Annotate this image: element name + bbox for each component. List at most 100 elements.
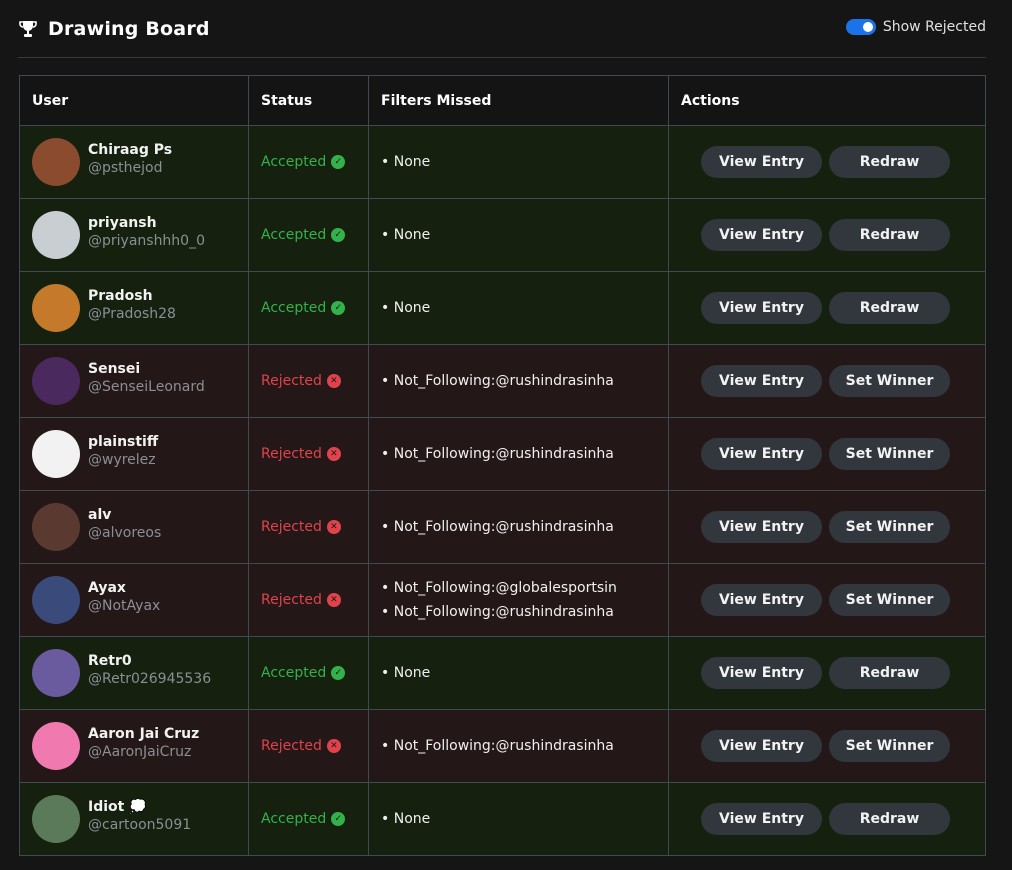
avatar[interactable] xyxy=(32,138,80,186)
x-circle-icon: ✕ xyxy=(326,593,341,607)
user-handle: @NotAyax xyxy=(88,598,161,614)
view-entry-button[interactable]: View Entry xyxy=(701,365,822,397)
user-handle: @AaronJaiCruz xyxy=(88,744,192,760)
status-cell: Accepted ✓ xyxy=(248,782,369,856)
filters-list: • Not_Following:@globalesportsin • Not_Fo… xyxy=(369,576,668,624)
redraw-button[interactable]: Redraw xyxy=(829,657,950,689)
redraw-button[interactable]: Redraw xyxy=(829,219,950,251)
status-cell: Accepted ✓ xyxy=(248,271,369,345)
status-label: Accepted xyxy=(261,665,327,681)
set-winner-button[interactable]: Set Winner xyxy=(829,730,950,762)
entries-table: User Status Filters Missed Actions Chira… xyxy=(19,75,986,856)
check-circle-icon: ✓ xyxy=(331,155,346,169)
set-winner-button[interactable]: Set Winner xyxy=(829,584,950,616)
table-row: priyansh @priyanshhh0_0 Accepted ✓ • Non… xyxy=(19,198,986,272)
status-badge: Rejected ✕ xyxy=(249,738,368,754)
view-entry-button[interactable]: View Entry xyxy=(701,146,822,178)
avatar[interactable] xyxy=(32,795,80,843)
table-row: Aaron Jai Cruz @AaronJaiCruz Rejected ✕ … xyxy=(19,709,986,783)
view-entry-button[interactable]: View Entry xyxy=(701,292,822,324)
status-badge: Rejected ✕ xyxy=(249,519,368,535)
set-winner-button[interactable]: Set Winner xyxy=(829,511,950,543)
actions-cell: View Entry Set Winner xyxy=(668,344,986,418)
filter-item: • None xyxy=(381,154,431,170)
avatar[interactable] xyxy=(32,722,80,770)
avatar[interactable] xyxy=(32,211,80,259)
filter-item: • Not_Following:@globalesportsin xyxy=(381,580,617,596)
status-cell: Rejected ✕ xyxy=(248,344,369,418)
status-cell: Rejected ✕ xyxy=(248,490,369,564)
status-cell: Accepted ✓ xyxy=(248,636,369,710)
header: Drawing Board Show Rejected xyxy=(18,14,986,44)
view-entry-button[interactable]: View Entry xyxy=(701,657,822,689)
filters-list: • None xyxy=(369,150,668,174)
status-badge: Rejected ✕ xyxy=(249,373,368,389)
set-winner-button[interactable]: Set Winner xyxy=(829,365,950,397)
user-cell: Sensei @SenseiLeonard xyxy=(19,344,249,418)
user-name: Aaron Jai Cruz xyxy=(88,726,200,742)
filters-cell: • Not_Following:@globalesportsin • Not_Fo… xyxy=(368,563,669,637)
actions-cell: View Entry Set Winner xyxy=(668,709,986,783)
user-cell: Aaron Jai Cruz @AaronJaiCruz xyxy=(19,709,249,783)
status-cell: Rejected ✕ xyxy=(248,563,369,637)
status-label: Rejected xyxy=(261,373,322,389)
avatar[interactable] xyxy=(32,357,80,405)
table-row: Pradosh @Pradosh28 Accepted ✓ • None Vie… xyxy=(19,271,986,345)
x-circle-icon: ✕ xyxy=(326,374,341,388)
x-circle-icon: ✕ xyxy=(326,520,341,534)
filters-cell: • Not_Following:@rushindrasinha xyxy=(368,417,669,491)
actions-cell: View Entry Redraw xyxy=(668,125,986,199)
avatar[interactable] xyxy=(32,430,80,478)
table-row: Idiot 💭 @cartoon5091 Accepted ✓ • None V… xyxy=(19,782,986,856)
redraw-button[interactable]: Redraw xyxy=(829,146,950,178)
user-name: plainstiff xyxy=(88,434,159,450)
column-header-user: User xyxy=(19,75,249,126)
column-header-actions: Actions xyxy=(668,75,986,126)
toggle-switch[interactable] xyxy=(845,19,876,35)
avatar[interactable] xyxy=(32,284,80,332)
show-rejected-toggle[interactable]: Show Rejected xyxy=(845,19,986,35)
filters-list: • None xyxy=(369,223,668,247)
view-entry-button[interactable]: View Entry xyxy=(701,438,822,470)
check-circle-icon: ✓ xyxy=(331,228,346,242)
view-entry-button[interactable]: View Entry xyxy=(701,803,822,835)
user-handle: @Retr026945536 xyxy=(88,671,212,687)
filter-item: • Not_Following:@rushindrasinha xyxy=(381,373,614,389)
actions-cell: View Entry Set Winner xyxy=(668,490,986,564)
actions-cell: View Entry Set Winner xyxy=(668,563,986,637)
view-entry-button[interactable]: View Entry xyxy=(701,511,822,543)
filters-list: • None xyxy=(369,807,668,831)
status-badge: Accepted ✓ xyxy=(249,154,368,170)
redraw-button[interactable]: Redraw xyxy=(829,803,950,835)
view-entry-button[interactable]: View Entry xyxy=(701,584,822,616)
filters-cell: • None xyxy=(368,782,669,856)
user-name: Sensei xyxy=(88,361,141,377)
user-name: Idiot 💭 xyxy=(88,799,147,815)
filter-item: • Not_Following:@rushindrasinha xyxy=(381,446,614,462)
view-entry-button[interactable]: View Entry xyxy=(701,730,822,762)
redraw-button[interactable]: Redraw xyxy=(829,292,950,324)
avatar[interactable] xyxy=(32,503,80,551)
column-header-filters-missed: Filters Missed xyxy=(368,75,669,126)
user-handle: @alvoreos xyxy=(88,525,162,541)
filters-list: • Not_Following:@rushindrasinha xyxy=(369,369,668,393)
table-row: plainstiff @wyrelez Rejected ✕ • Not_Fol… xyxy=(19,417,986,491)
status-badge: Rejected ✕ xyxy=(249,446,368,462)
status-label: Accepted xyxy=(261,227,327,243)
avatar[interactable] xyxy=(32,649,80,697)
status-badge: Accepted ✓ xyxy=(249,227,368,243)
view-entry-button[interactable]: View Entry xyxy=(701,219,822,251)
set-winner-button[interactable]: Set Winner xyxy=(829,438,950,470)
user-cell: Ayax @NotAyax xyxy=(19,563,249,637)
user-name: Chiraag Ps xyxy=(88,142,173,158)
check-circle-icon: ✓ xyxy=(331,301,346,315)
status-cell: Accepted ✓ xyxy=(248,125,369,199)
divider xyxy=(18,57,986,58)
table-row: Sensei @SenseiLeonard Rejected ✕ • Not_F… xyxy=(19,344,986,418)
avatar[interactable] xyxy=(32,576,80,624)
filters-list: • None xyxy=(369,661,668,685)
trophy-icon xyxy=(19,21,37,37)
user-handle: @psthejod xyxy=(88,160,163,176)
user-name: alv xyxy=(88,507,112,523)
actions-cell: View Entry Redraw xyxy=(668,198,986,272)
